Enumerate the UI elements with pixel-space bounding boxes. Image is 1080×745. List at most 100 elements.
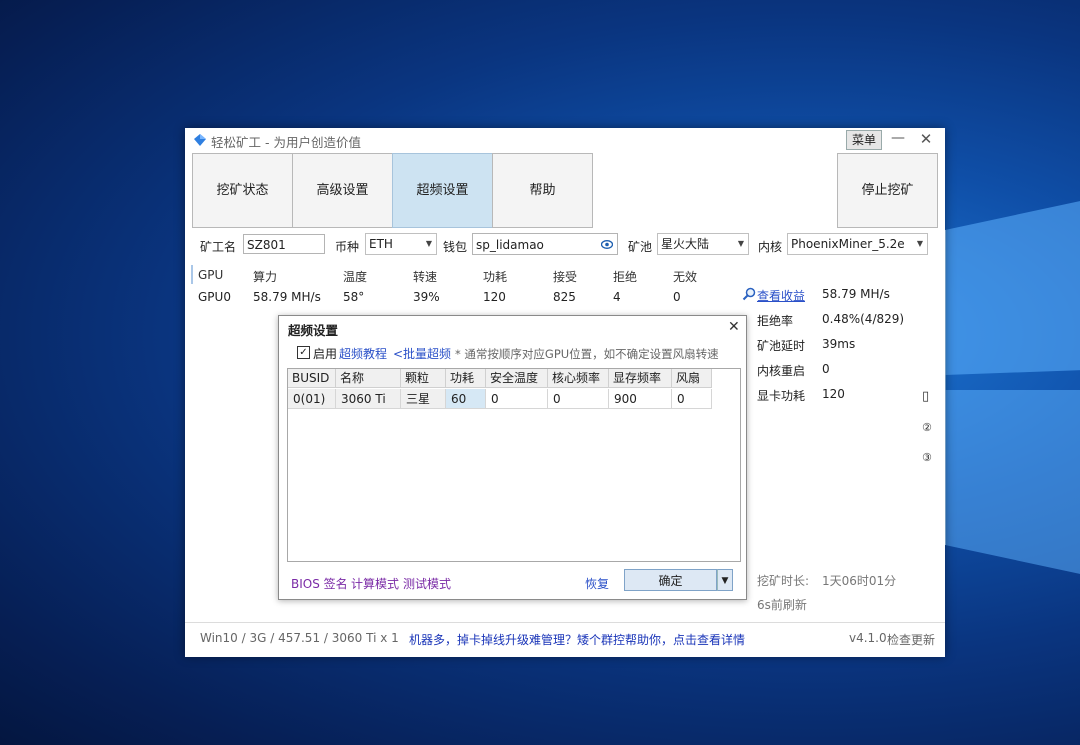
oc-col-header: 显存频率 [609,369,672,388]
wallet-value: sp_lidamao [476,238,544,252]
compute-mode-link[interactable]: 计算模式 [351,575,399,592]
gpu-col-header: 功耗 [483,270,508,284]
side-icon-1[interactable]: ▯ [922,389,929,404]
oc-grid: BUSID 名称 颗粒 功耗 安全温度 核心频率 显存频率 风扇 0(01) 3… [287,368,741,562]
test-mode-link[interactable]: 测试模式 [403,575,451,592]
gpu-cell: 39% [413,290,440,304]
gpu-col-header: 无效 [673,270,698,284]
pool-select[interactable]: 星火大陆 ▼ [657,233,749,255]
chevron-down-icon: ▼ [425,239,432,248]
oc-cell-name: 3060 Ti [336,389,401,409]
status-bar: Win10 / 3G / 457.51 / 3060 Ti x 1 机器多，掉卡… [185,622,945,657]
oc-col-header: 颗粒 [401,369,446,388]
gpu-col-header: 接受 [553,270,578,284]
eye-icon[interactable] [601,240,613,249]
worker-label: 矿工名 [200,240,237,254]
kernel-restart-label: 内核重启 [757,364,806,378]
batch-oc-link[interactable]: <批量超频 [393,345,451,362]
gpu-cell: 0 [673,290,681,304]
check-update-link[interactable]: 检查更新 [887,631,935,648]
gpu-col-header: 温度 [343,270,368,284]
hashrate-value: 58.79 MH/s [822,287,890,301]
gpu-col-header: 算力 [253,270,278,284]
enable-label: 启用 [313,347,338,361]
kernel-select[interactable]: PhoenixMiner_5.2e ▼ [787,233,928,255]
chevron-down-icon: ▼ [737,239,744,248]
app-title: 轻松矿工 - 为用户创造价值 [211,135,361,150]
restore-button[interactable]: 恢复 [585,575,609,592]
gpu-cell: GPU0 [198,290,231,304]
pool-latency-label: 矿池延时 [757,339,806,353]
gpu-col-header: 拒绝 [613,270,638,284]
gpu-power-label: 显卡功耗 [757,389,806,403]
kernel-select-value: PhoenixMiner_5.2e [791,237,905,251]
search-icon [742,287,756,301]
gpu-cell: 825 [553,290,576,304]
close-icon[interactable]: ✕ [918,130,934,148]
oc-col-header: 功耗 [446,369,486,388]
system-info: Win10 / 3G / 457.51 / 3060 Ti x 1 [200,631,399,645]
oc-col-header: BUSID [288,369,336,388]
pool-select-value: 星火大陆 [661,237,710,251]
coin-select-value: ETH [369,237,393,251]
tab-mining-status[interactable]: 挖矿状态 [192,153,293,228]
gpu-cell: 58° [343,290,365,304]
kernel-label: 内核 [758,240,783,254]
pool-label: 矿池 [628,240,653,254]
refresh-text: 6s前刷新 [757,598,807,612]
enable-checkbox[interactable]: ✓ [297,346,310,359]
title-bar: 轻松矿工 - 为用户创造价值 菜单 — ✕ [185,128,945,152]
dialog-title: 超频设置 [288,323,339,338]
gpu-cell: 58.79 MH/s [253,290,321,304]
gpu-row-marker [191,265,193,284]
oc-cell-core-clock[interactable]: 0 [548,389,609,409]
oc-note: * 通常按顺序对应GPU位置，如不确定设置风扇转速 [455,347,719,361]
oc-cell-memory-type: 三星 [401,389,446,409]
gpu-cell: 4 [613,290,621,304]
coin-label: 币种 [335,240,360,254]
stop-mining-button[interactable]: 停止挖矿 [837,153,938,228]
chevron-down-icon: ▼ [916,239,923,248]
chevron-down-icon[interactable]: ▼ [717,569,733,591]
oc-cell-power[interactable]: 60 [446,389,486,409]
promo-link[interactable]: 机器多，掉卡掉线升级难管理？矮个群控帮助你，点击查看详情 [409,631,745,648]
oc-cell-memory-clock[interactable]: 900 [609,389,672,409]
kernel-restart-value: 0 [822,362,830,376]
oc-col-header: 核心频率 [548,369,609,388]
view-earnings-link[interactable]: 查看收益 [757,287,805,304]
coin-select[interactable]: ETH ▼ [365,233,437,255]
windows-logo [944,201,1080,574]
diamond-icon [194,134,206,146]
wallet-input[interactable]: sp_lidamao [472,233,618,255]
tab-advanced-settings[interactable]: 高级设置 [292,153,393,228]
oc-cell-safe-temp[interactable]: 0 [486,389,548,409]
oc-col-header: 风扇 [672,369,712,388]
bios-sign-link[interactable]: BIOS 签名 [291,575,348,592]
oc-cell-fan[interactable]: 0 [672,389,712,409]
overclock-dialog: 超频设置 ✕ ✓ 启用 超频教程 <批量超频 * 通常按顺序对应GPU位置，如不… [278,315,747,600]
oc-cell-busid: 0(01) [288,389,336,409]
tab-overclock-settings[interactable]: 超频设置 [392,153,493,228]
side-icon-2[interactable]: ② [922,421,932,434]
worker-name-input[interactable]: SZ801 [243,234,325,254]
mining-time-value: 1天06时01分 [822,574,897,588]
gpu-power-value: 120 [822,387,845,401]
tab-help[interactable]: 帮助 [492,153,593,228]
gpu-col-header: 转速 [413,270,438,284]
reject-rate-label: 拒绝率 [757,314,794,328]
oc-tutorial-link[interactable]: 超频教程 [339,345,387,362]
oc-col-header: 名称 [336,369,401,388]
gpu-cell: 120 [483,290,506,304]
side-icon-3[interactable]: ③ [922,451,932,464]
menu-button[interactable]: 菜单 [846,130,882,150]
version-text: v4.1.0 [849,631,887,645]
dialog-close-icon[interactable]: ✕ [728,319,740,335]
minimize-icon[interactable]: — [890,130,906,148]
gpu-col-header: GPU [198,268,224,282]
reject-rate-value: 0.48%(4/829) [822,312,905,326]
confirm-button[interactable]: 确定 [624,569,717,591]
mining-time-label: 挖矿时长: [757,574,810,588]
wallet-label: 钱包 [443,240,468,254]
pool-latency-value: 39ms [822,337,856,351]
oc-col-header: 安全温度 [486,369,548,388]
